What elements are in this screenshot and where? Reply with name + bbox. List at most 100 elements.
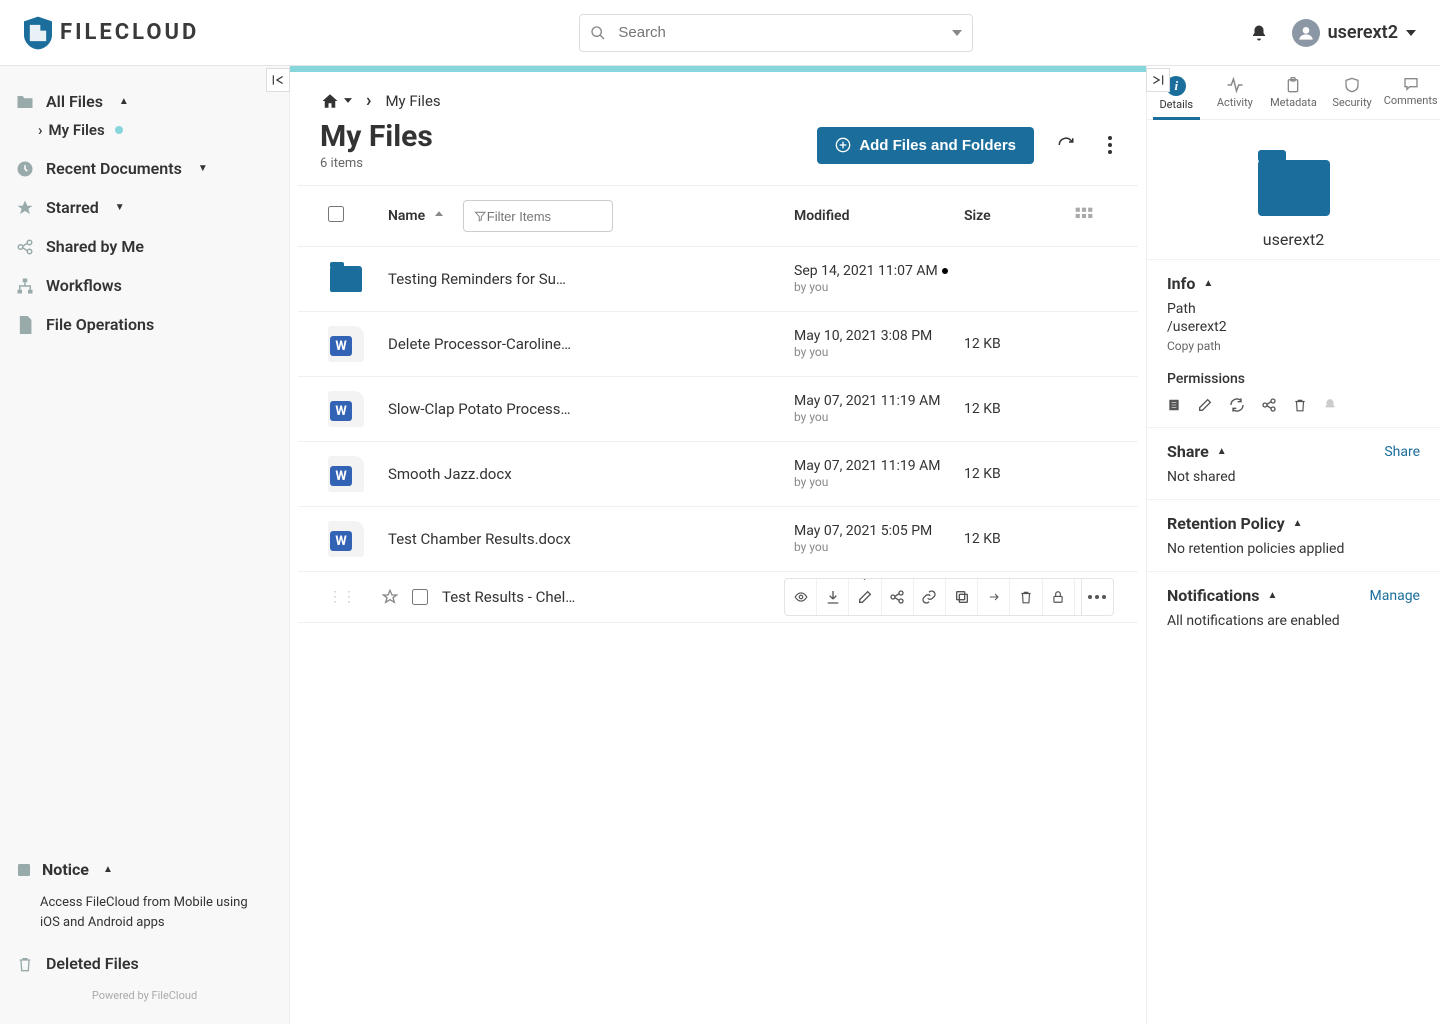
tab-metadata[interactable]: Metadata xyxy=(1264,66,1323,119)
file-row[interactable]: Testing Reminders for Su… Sep 14, 2021 1… xyxy=(298,247,1138,312)
file-size: 12 KB xyxy=(964,466,1074,482)
info-header[interactable]: Info▲ xyxy=(1167,274,1420,293)
nav-workflows[interactable]: Workflows xyxy=(0,266,289,305)
item-count: 6 items xyxy=(320,156,433,171)
file-icon xyxy=(16,316,34,334)
caret-up-icon: ▲ xyxy=(1203,278,1213,289)
permissions-icons xyxy=(1167,397,1420,413)
tab-activity[interactable]: Activity xyxy=(1206,66,1265,119)
col-modified[interactable]: Modified xyxy=(794,208,964,224)
select-all-checkbox[interactable] xyxy=(328,206,344,222)
nav-deleted-files[interactable]: Deleted Files xyxy=(0,944,289,983)
file-modified: May 10, 2021 3:08 PMby you xyxy=(794,328,964,360)
perm-delete-icon xyxy=(1293,397,1307,413)
caret-up-icon: ▲ xyxy=(1217,446,1227,457)
nav-label: All Files xyxy=(46,92,103,111)
filter-input[interactable] xyxy=(487,209,602,224)
caret-down-icon xyxy=(1406,30,1416,36)
search-box[interactable] xyxy=(579,14,973,52)
details-tabs: iDetails Activity Metadata Security Comm… xyxy=(1147,66,1440,120)
nav-file-operations[interactable]: File Operations xyxy=(0,305,289,344)
breadcrumb-home[interactable] xyxy=(320,92,352,110)
file-row[interactable]: Test Chamber Results.docx May 07, 2021 5… xyxy=(298,507,1138,572)
retention-header[interactable]: Retention Policy▲ xyxy=(1167,514,1420,533)
nav-label: Recent Documents xyxy=(46,159,182,178)
collapse-sidebar-button[interactable] xyxy=(266,68,290,92)
breadcrumb-current[interactable]: My Files xyxy=(385,92,440,110)
add-files-button[interactable]: Add Files and Folders xyxy=(817,127,1034,164)
activity-icon xyxy=(1226,76,1244,94)
file-row[interactable]: Slow-Clap Potato Process… May 07, 2021 1… xyxy=(298,377,1138,442)
share-link[interactable]: Share xyxy=(1384,444,1420,460)
file-name[interactable]: Smooth Jazz.docx xyxy=(388,465,794,483)
tab-security[interactable]: Security xyxy=(1323,66,1382,119)
action-more-button[interactable] xyxy=(1081,579,1113,615)
action-share-button[interactable] xyxy=(882,579,914,615)
action-bar: Web Edit xyxy=(784,578,1114,616)
action-web-edit-button[interactable]: Web Edit xyxy=(849,579,881,615)
chevron-right-icon: › xyxy=(38,121,43,139)
sort-asc-icon[interactable] xyxy=(435,211,443,221)
caret-down-icon[interactable] xyxy=(952,30,962,36)
file-name[interactable]: Test Results - Chel… xyxy=(442,588,776,606)
tab-label: Metadata xyxy=(1270,96,1317,109)
file-size: 12 KB xyxy=(964,336,1074,352)
action-copy-button[interactable] xyxy=(946,579,978,615)
list-header: Name Modified Size xyxy=(298,185,1138,247)
notice-header[interactable]: Notice ▲ xyxy=(0,850,289,889)
action-lock-button[interactable] xyxy=(1043,579,1075,615)
refresh-button[interactable] xyxy=(1054,133,1078,157)
action-move-button[interactable] xyxy=(978,579,1010,615)
nav-recent-documents[interactable]: Recent Documents ▼ xyxy=(0,149,289,188)
logo[interactable]: FILECLOUD xyxy=(24,16,199,50)
more-button[interactable] xyxy=(1098,133,1122,157)
file-size: 12 KB xyxy=(964,531,1074,547)
nav-my-files[interactable]: › My Files xyxy=(0,121,289,139)
dots-vertical-icon xyxy=(1108,136,1112,154)
nav-starred[interactable]: Starred ▼ xyxy=(0,188,289,227)
file-row-hover[interactable]: ⋮⋮ Test Results - Chel… Web Edit xyxy=(298,572,1138,623)
search-input[interactable] xyxy=(606,24,952,41)
caret-down-icon: ▼ xyxy=(198,163,208,174)
path-label: Path xyxy=(1167,301,1420,317)
collapse-left-icon xyxy=(271,73,285,87)
share-header[interactable]: Share▲Share xyxy=(1167,442,1420,461)
notifications-text: All notifications are enabled xyxy=(1167,613,1420,629)
file-name[interactable]: Slow-Clap Potato Process… xyxy=(388,400,794,418)
action-preview-button[interactable] xyxy=(785,579,817,615)
file-name[interactable]: Delete Processor-Caroline… xyxy=(388,335,794,353)
sidebar: All Files ▲ › My Files Recent Documents … xyxy=(0,66,290,1024)
file-name[interactable]: Testing Reminders for Su… xyxy=(388,270,794,288)
nav-all-files[interactable]: All Files ▲ xyxy=(0,82,289,121)
row-checkbox[interactable] xyxy=(412,589,428,605)
drag-handle-icon[interactable]: ⋮⋮ xyxy=(328,589,374,605)
share-status: Not shared xyxy=(1167,469,1420,485)
user-menu[interactable]: userext2 xyxy=(1292,19,1416,47)
col-name[interactable]: Name xyxy=(388,208,425,224)
action-link-button[interactable] xyxy=(914,579,946,615)
file-row[interactable]: Delete Processor-Caroline… May 10, 2021 … xyxy=(298,312,1138,377)
action-download-button[interactable] xyxy=(817,579,849,615)
bell-icon[interactable] xyxy=(1250,23,1268,43)
file-modified: May 07, 2021 5:05 PMby you xyxy=(794,523,964,555)
notifications-header[interactable]: Notifications▲Manage xyxy=(1167,586,1420,605)
manage-link[interactable]: Manage xyxy=(1370,588,1420,604)
action-delete-button[interactable] xyxy=(1010,579,1042,615)
star-button[interactable] xyxy=(382,589,404,605)
folder-large-icon xyxy=(1258,160,1330,216)
filter-box[interactable] xyxy=(463,200,613,232)
col-size[interactable]: Size xyxy=(964,208,1074,224)
filter-icon xyxy=(474,209,487,223)
grid-icon xyxy=(1074,206,1094,226)
perm-share-icon xyxy=(1261,397,1277,413)
collapse-details-button[interactable] xyxy=(1146,68,1170,92)
copy-path-button[interactable]: Copy path xyxy=(1167,339,1420,353)
nav-shared-by-me[interactable]: Shared by Me xyxy=(0,227,289,266)
tab-comments[interactable]: Comments xyxy=(1381,66,1440,119)
file-name[interactable]: Test Chamber Results.docx xyxy=(388,530,794,548)
grid-view-button[interactable] xyxy=(1074,206,1114,226)
nav-label: Deleted Files xyxy=(46,954,139,973)
file-row[interactable]: Smooth Jazz.docx May 07, 2021 11:19 AMby… xyxy=(298,442,1138,507)
page-title: My Files xyxy=(320,119,433,154)
shield-icon xyxy=(24,16,52,50)
